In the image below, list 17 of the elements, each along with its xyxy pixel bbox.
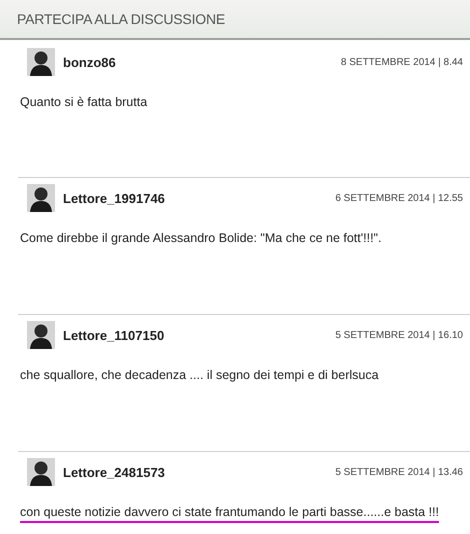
comment-date: 6 SETTEMBRE 2014 | 12.55 (335, 192, 463, 204)
comment-date: 5 SETTEMBRE 2014 | 13.46 (335, 466, 463, 478)
comment-author[interactable]: bonzo86 (63, 54, 116, 70)
comment-text: con queste notizie davvero ci state frantumando le parti basse......e basta !!! (20, 505, 439, 523)
comment-date: 5 SETTEMBRE 2014 | 16.10 (335, 330, 463, 340)
avatar-icon (27, 458, 55, 486)
avatar-icon (27, 184, 55, 212)
comment-author[interactable]: Lettore_1107150 (63, 328, 164, 342)
avatar-icon (27, 321, 55, 349)
comment-author[interactable]: Lettore_1991746 (63, 190, 165, 206)
comment-author[interactable]: Lettore_2481573 (63, 464, 165, 480)
avatar-icon (27, 48, 55, 76)
comment-text: Quanto si è fatta brutta (20, 95, 148, 111)
comment-text: che squallore, che decadenza .... il segno dei tempi e di berlsuca (20, 368, 379, 384)
comment-date: 8 SETTEMBRE 2014 | 8.44 (340, 56, 463, 68)
section-title: PARTECIPA ALLA DISCUSSIONE (17, 11, 225, 27)
comment-text: Come direbbe il grande Alessandro Bolide: "Ma che ce ne fott'!!!". (20, 231, 382, 247)
